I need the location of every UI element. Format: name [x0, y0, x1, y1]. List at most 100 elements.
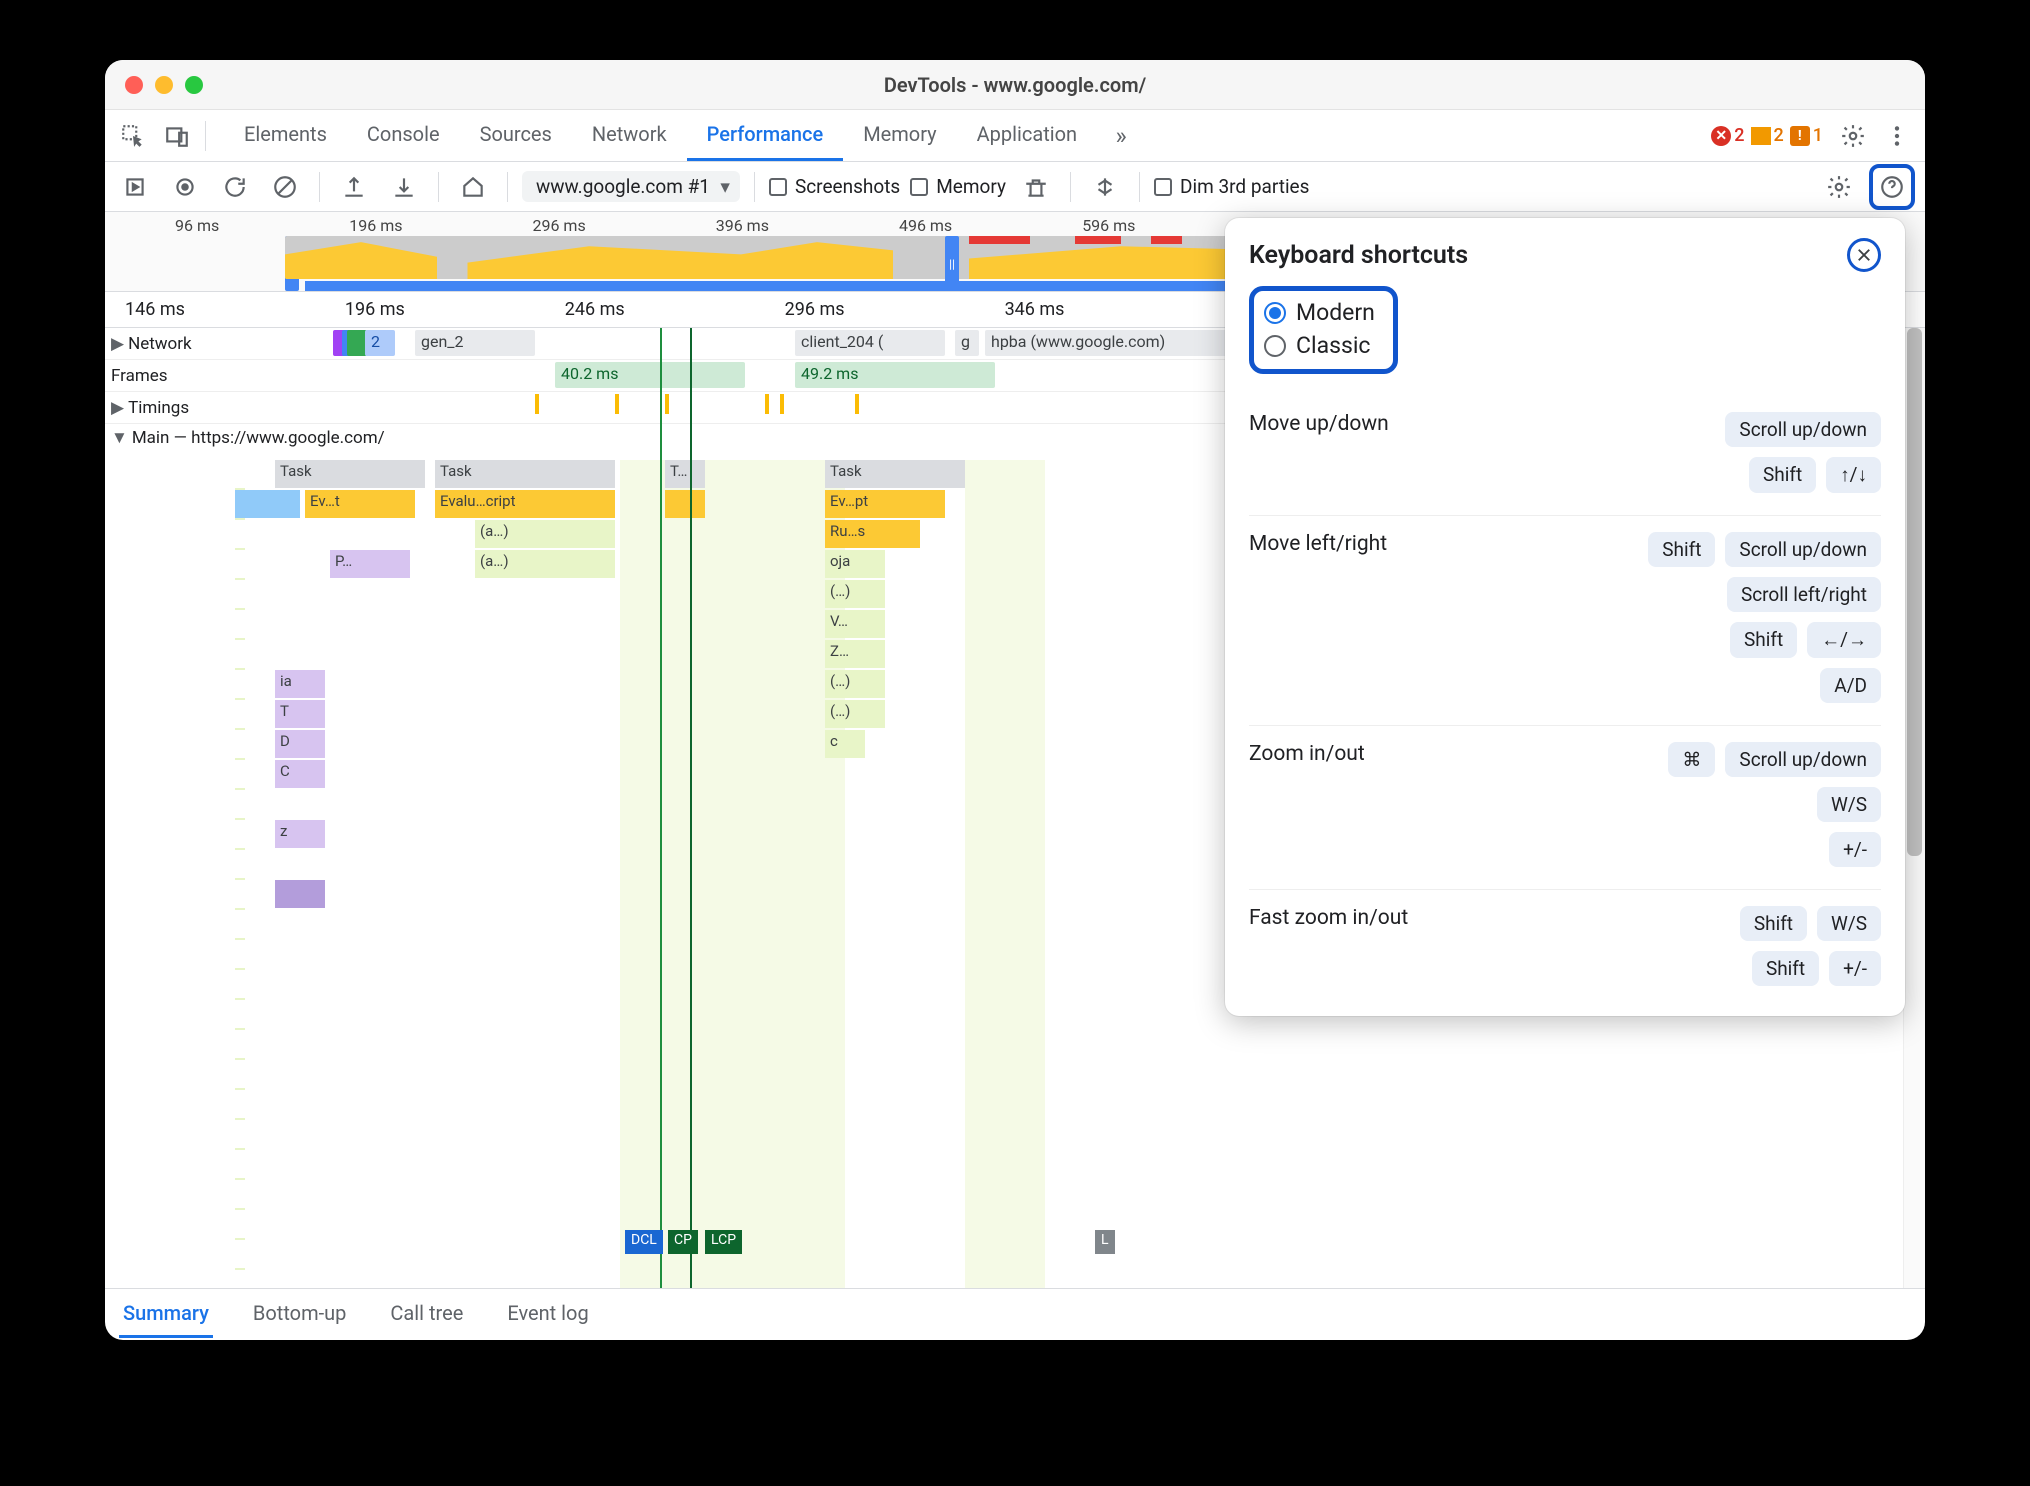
frame-bar[interactable]: 40.2 ms: [555, 362, 745, 388]
flame-bar[interactable]: Task: [275, 460, 425, 488]
flame-bar[interactable]: [235, 490, 300, 518]
devtools-window: DevTools - www.google.com/ ElementsConso…: [105, 60, 1925, 1340]
shortcuts-mode-modern[interactable]: Modern: [1264, 299, 1375, 326]
record-icon[interactable]: [165, 167, 205, 207]
tab-memory[interactable]: Memory: [843, 110, 956, 161]
overview-ticks: 96 ms196 ms296 ms396 ms496 ms596 ms696 m…: [175, 216, 1319, 235]
flame-bar[interactable]: (…): [825, 700, 885, 728]
flame-bar[interactable]: D: [275, 730, 325, 758]
network-request-bar[interactable]: g: [955, 330, 979, 356]
flame-bar[interactable]: Task: [825, 460, 965, 488]
flame-bar[interactable]: Ev…t: [305, 490, 415, 518]
flame-bar[interactable]: T: [275, 700, 325, 728]
flame-bar[interactable]: ia: [275, 670, 325, 698]
lcp-line: [690, 328, 692, 1288]
flame-bar[interactable]: Task: [435, 460, 615, 488]
shortcuts-title: Keyboard shortcuts: [1249, 241, 1468, 270]
separator: [205, 121, 206, 151]
upload-trace-icon[interactable]: [334, 167, 374, 207]
keycap: ←/→: [1807, 622, 1881, 658]
gc-icon[interactable]: [1016, 167, 1056, 207]
flame-bar[interactable]: Evalu…cript: [435, 490, 615, 518]
tab-performance[interactable]: Performance: [687, 110, 844, 161]
keycap: A/D: [1820, 668, 1881, 703]
collapse-triangle-icon[interactable]: ▼: [111, 428, 128, 448]
marker-dcl: DCL: [625, 1230, 663, 1254]
marker-lcp: LCP: [705, 1230, 742, 1254]
details-tab-bottom-up[interactable]: Bottom-up: [249, 1291, 351, 1338]
network-request-bar[interactable]: 2: [365, 330, 395, 356]
minimize-window-button[interactable]: [155, 76, 173, 94]
toggle-record-drawer-icon[interactable]: [115, 167, 155, 207]
more-tabs-icon[interactable]: »: [1101, 116, 1141, 156]
reload-record-icon[interactable]: [215, 167, 255, 207]
keycap: Scroll up/down: [1725, 742, 1881, 777]
tab-elements[interactable]: Elements: [224, 110, 347, 161]
settings-icon[interactable]: [1833, 116, 1873, 156]
flame-bar[interactable]: c: [825, 730, 865, 758]
error-count[interactable]: ✕2: [1711, 125, 1744, 146]
tab-console[interactable]: Console: [347, 110, 460, 161]
flame-bar[interactable]: Ev…pt: [825, 490, 945, 518]
flame-bar[interactable]: Ru…s: [825, 520, 920, 548]
flame-bar[interactable]: T…: [665, 460, 705, 488]
close-window-button[interactable]: [125, 76, 143, 94]
memory-checkbox[interactable]: Memory: [910, 175, 1006, 198]
marker-load: L: [1095, 1230, 1115, 1254]
kebab-menu-icon[interactable]: [1877, 116, 1917, 156]
perf-settings-icon[interactable]: [1819, 167, 1859, 207]
overview-handle-right[interactable]: ||: [945, 236, 959, 291]
help-icon[interactable]: [1875, 170, 1909, 204]
flame-bar[interactable]: Z…: [825, 640, 885, 668]
traffic-lights: [105, 76, 203, 94]
keycap: +/-: [1829, 951, 1881, 986]
network-request-bar[interactable]: client_204 (: [795, 330, 945, 356]
details-tab-call-tree[interactable]: Call tree: [386, 1291, 467, 1338]
details-tabs: Summary Bottom-up Call tree Event log: [105, 1288, 1925, 1340]
flame-bar[interactable]: z: [275, 820, 325, 848]
fullscreen-window-button[interactable]: [185, 76, 203, 94]
device-toolbar-icon[interactable]: [157, 116, 197, 156]
download-trace-icon[interactable]: [384, 167, 424, 207]
top-row: ElementsConsoleSourcesNetworkPerformance…: [105, 110, 1925, 162]
performance-toolbar: www.google.com #1 Screenshots Memory Dim…: [105, 162, 1925, 212]
flame-bar[interactable]: [665, 490, 705, 518]
frame-bar[interactable]: 49.2 ms: [795, 362, 995, 388]
trace-select[interactable]: www.google.com #1: [522, 171, 740, 202]
network-request-bar[interactable]: gen_2: [415, 330, 535, 356]
flame-bar[interactable]: [275, 880, 325, 908]
tab-sources[interactable]: Sources: [460, 110, 572, 161]
shortcut-label: Zoom in/out: [1249, 742, 1365, 766]
flame-bar[interactable]: (a…): [475, 550, 615, 578]
collapse-panel-icon[interactable]: [1085, 167, 1125, 207]
window-title: DevTools - www.google.com/: [105, 73, 1925, 97]
keycap: Scroll left/right: [1727, 577, 1881, 612]
flame-scrollbar[interactable]: [1903, 328, 1925, 1288]
expand-triangle-icon[interactable]: ▶: [111, 398, 124, 418]
keycap: Shift: [1740, 906, 1807, 941]
flame-bar[interactable]: V…: [825, 610, 885, 638]
close-icon[interactable]: [1847, 238, 1881, 272]
screenshots-checkbox[interactable]: Screenshots: [769, 175, 900, 198]
flame-bar[interactable]: C: [275, 760, 325, 788]
expand-triangle-icon[interactable]: ▶: [111, 334, 124, 354]
clear-icon[interactable]: [265, 167, 305, 207]
flame-bar[interactable]: (…): [825, 580, 885, 608]
flame-bar[interactable]: (…): [825, 670, 885, 698]
dim-3p-checkbox[interactable]: Dim 3rd parties: [1154, 175, 1309, 198]
tab-application[interactable]: Application: [957, 110, 1097, 161]
details-tab-event-log[interactable]: Event log: [503, 1291, 592, 1338]
inspect-element-icon[interactable]: [113, 116, 153, 156]
details-tab-summary[interactable]: Summary: [119, 1291, 213, 1338]
flame-bar[interactable]: P…: [330, 550, 410, 578]
flame-bar[interactable]: oja: [825, 550, 885, 578]
warning-count[interactable]: 2: [1751, 125, 1784, 146]
tab-network[interactable]: Network: [572, 110, 687, 161]
flame-bar[interactable]: (a…): [475, 520, 615, 548]
issue-count[interactable]: !1: [1790, 125, 1823, 146]
home-icon[interactable]: [453, 167, 493, 207]
issues-group[interactable]: ✕2 2 !1: [1711, 125, 1823, 146]
scrollbar-thumb[interactable]: [1907, 328, 1922, 856]
shortcuts-mode-classic[interactable]: Classic: [1264, 332, 1375, 359]
marker-cp: CP: [668, 1230, 698, 1254]
